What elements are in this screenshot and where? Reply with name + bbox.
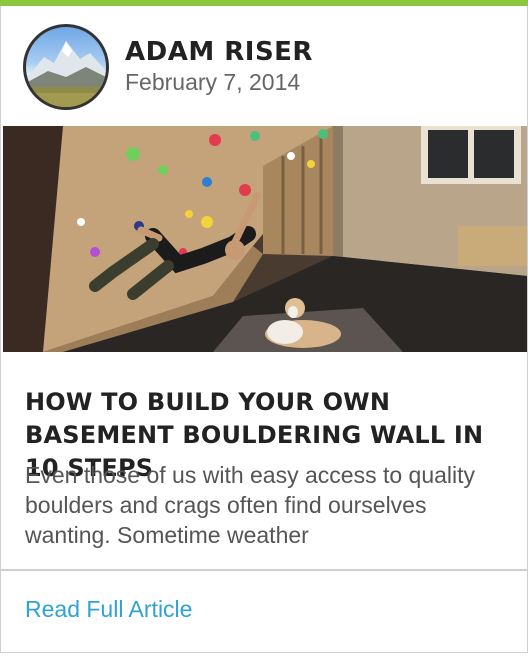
author-name[interactable]: ADAM RISER (125, 37, 313, 67)
article-excerpt: Even those of us with easy access to qua… (25, 462, 476, 548)
hero-image[interactable] (3, 126, 527, 352)
article-card: ADAM RISER February 7, 2014 HOW TO BUILD… (0, 6, 528, 653)
bouldering-wall-photo (3, 126, 527, 352)
avatar[interactable] (23, 24, 109, 110)
divider (1, 569, 527, 571)
author-header: ADAM RISER February 7, 2014 (23, 24, 313, 110)
post-date: February 7, 2014 (125, 69, 301, 95)
mountain-landscape-icon (26, 41, 106, 107)
read-full-article-link[interactable]: Read Full Article (25, 596, 192, 623)
